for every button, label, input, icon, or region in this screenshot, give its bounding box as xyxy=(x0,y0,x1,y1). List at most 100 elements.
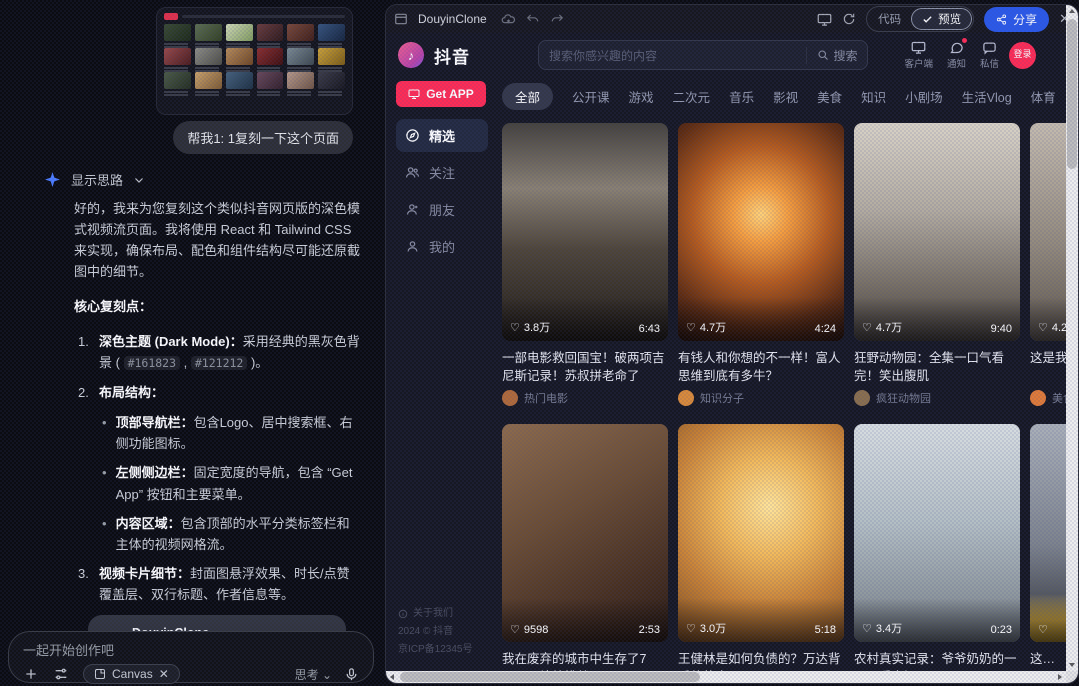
video-grid: ♡3.8万 6:43 一部电影救回国宝！破两项吉尼斯记录！苏叔拼老命了 热门电影… xyxy=(502,123,1078,684)
tab-music[interactable]: 音乐 xyxy=(729,87,754,106)
video-cover[interactable]: ♡3.4万 0:23 xyxy=(854,424,1020,642)
video-card[interactable]: ♡4.7万 9:40 狂野动物园：全集一口气看完！笑出腹肌 疯狂动物园 xyxy=(854,123,1020,406)
heart-icon: ♡ xyxy=(510,321,520,334)
tab-preview[interactable]: 预览 xyxy=(911,8,972,30)
scroll-left-arrow[interactable] xyxy=(386,671,398,683)
video-cover[interactable]: ♡3.0万 5:18 xyxy=(678,424,844,642)
search-button-label: 搜索 xyxy=(833,47,857,64)
author-name: 知识分子 xyxy=(700,390,744,406)
composer-right: 思考 ⌄ xyxy=(295,666,359,683)
get-app-button[interactable]: Get APP xyxy=(396,81,486,107)
video-duration: 6:43 xyxy=(639,323,660,335)
sidebar-item-featured[interactable]: 精选 xyxy=(396,119,488,152)
messages-label: 私信 xyxy=(980,56,999,70)
tab-all[interactable]: 全部 xyxy=(502,83,553,110)
footer-about-link[interactable]: 关于我们 xyxy=(398,605,472,623)
people-icon xyxy=(405,165,420,180)
device-icon[interactable] xyxy=(817,12,832,27)
sub-text: 内容区域：包含顶部的水平分类标签栏和主体的视频网格流。 xyxy=(116,513,360,555)
panel-title: DouyinClone xyxy=(418,12,487,26)
tab-minidrama[interactable]: 小剧场 xyxy=(905,87,943,106)
deploy-cloud-icon[interactable] xyxy=(501,12,516,27)
think-label: 思考 xyxy=(295,668,319,682)
tab-sports[interactable]: 体育 xyxy=(1031,87,1056,106)
search-input[interactable]: 搜索你感兴趣的内容 xyxy=(549,47,806,64)
video-cover[interactable]: ♡3.8万 6:43 xyxy=(502,123,668,341)
video-cover[interactable]: ♡4.7万 4:24 xyxy=(678,123,844,341)
heart-icon: ♡ xyxy=(686,321,696,334)
tab-anime2d[interactable]: 二次元 xyxy=(673,87,711,106)
canvas-close-icon[interactable]: ✕ xyxy=(159,667,169,681)
show-thinking-toggle[interactable]: 显示思路 xyxy=(44,170,145,189)
video-cover[interactable]: ♡4.7万 9:40 xyxy=(854,123,1020,341)
douyin-logo[interactable]: ♪ xyxy=(398,42,424,68)
video-author[interactable]: 疯狂动物园 xyxy=(854,390,1020,406)
like-count: ♡3.8万 xyxy=(510,319,550,335)
thumbnail-cell xyxy=(257,24,284,41)
share-button[interactable]: 分享 xyxy=(984,7,1049,32)
vertical-scrollbar[interactable] xyxy=(1066,5,1078,671)
horizontal-scroll-thumb[interactable] xyxy=(400,672,700,682)
share-label: 分享 xyxy=(1013,11,1037,28)
share-icon xyxy=(996,14,1007,25)
login-button[interactable]: 登录 xyxy=(1009,42,1036,69)
thumbnail-logo-badge xyxy=(164,13,178,20)
undo-icon[interactable] xyxy=(526,12,540,26)
get-app-monitor-icon xyxy=(408,88,420,100)
thumbnail-cell xyxy=(164,72,191,89)
attached-screenshot-thumbnail[interactable] xyxy=(156,7,353,115)
list-item: 3. 视频卡片细节：封面图悬浮效果、时长/点赞覆盖层、双行标题、作者信息等。 xyxy=(78,563,360,605)
heart-icon: ♡ xyxy=(1038,623,1048,636)
scroll-up-arrow[interactable] xyxy=(1066,5,1078,17)
refresh-icon[interactable] xyxy=(842,12,856,26)
client-app-button[interactable]: 客户端 xyxy=(904,40,933,70)
video-title[interactable]: 一部电影救回国宝！破两项吉尼斯记录！苏叔拼老命了 xyxy=(502,349,666,385)
site-content: 全部 公开课 游戏 二次元 音乐 影视 美食 知识 小剧场 生活Vlog 体育 … xyxy=(498,77,1078,684)
video-card[interactable]: ♡3.0万 5:18 王健林是如何负债的？万达背后的故事 财经观察 xyxy=(678,424,844,684)
author-avatar xyxy=(854,390,870,406)
horizontal-scrollbar[interactable] xyxy=(386,671,1066,683)
video-author[interactable]: 热门电影 xyxy=(502,390,668,406)
chat-input[interactable]: 一起开始创作吧 xyxy=(23,640,359,659)
tab-movies[interactable]: 影视 xyxy=(773,87,798,106)
tab-vlog[interactable]: 生活Vlog xyxy=(962,87,1012,106)
tab-knowledge[interactable]: 知识 xyxy=(861,87,886,106)
chat-composer[interactable]: 一起开始创作吧 Canvas ✕ 思考 ⌄ xyxy=(8,631,374,683)
sidebar-item-following[interactable]: 关注 xyxy=(396,156,488,189)
canvas-chip[interactable]: Canvas ✕ xyxy=(83,664,180,684)
think-toggle[interactable]: 思考 ⌄ xyxy=(295,666,332,683)
video-cover[interactable]: ♡9598 2:53 xyxy=(502,424,668,642)
thumbnail-cell xyxy=(318,48,345,65)
search-button[interactable]: 搜索 xyxy=(806,47,857,64)
vertical-scroll-thumb[interactable] xyxy=(1067,19,1077,169)
tab-openclass[interactable]: 公开课 xyxy=(572,87,610,106)
tab-games[interactable]: 游戏 xyxy=(629,87,654,106)
notifications-button[interactable]: 通知 xyxy=(947,40,966,70)
sub-list-item: •内容区域：包含顶部的水平分类标签栏和主体的视频网格流。 xyxy=(102,513,360,555)
mic-button[interactable] xyxy=(344,667,359,682)
plus-button[interactable] xyxy=(23,666,39,682)
search-box[interactable]: 搜索你感兴趣的内容 搜索 xyxy=(538,40,868,70)
panel-chrome-bar: DouyinClone 代码 预览 分享 ✕ xyxy=(386,5,1078,33)
tune-button[interactable] xyxy=(53,666,69,682)
tab-food[interactable]: 美食 xyxy=(817,87,842,106)
composer-toolbar: Canvas ✕ 思考 ⌄ xyxy=(23,664,359,684)
thumbnail-cell xyxy=(287,24,314,41)
scroll-right-arrow[interactable] xyxy=(1054,671,1066,683)
video-author[interactable]: 知识分子 xyxy=(678,390,844,406)
video-card[interactable]: ♡3.4万 0:23 农村真实记录：爷爷奶奶的一天，看完泪目 乡村日记 xyxy=(854,424,1020,684)
redo-icon[interactable] xyxy=(550,12,564,26)
scroll-down-arrow[interactable] xyxy=(1066,659,1078,671)
video-title[interactable]: 有钱人和你想的不一样！富人思维到底有多牛？ xyxy=(678,349,842,385)
sidebar-item-friends[interactable]: 朋友 xyxy=(396,193,488,226)
video-card[interactable]: ♡4.7万 4:24 有钱人和你想的不一样！富人思维到底有多牛？ 知识分子 xyxy=(678,123,844,406)
thumbnail-video-grid xyxy=(164,24,345,89)
messages-button[interactable]: 私信 xyxy=(980,40,999,70)
video-title[interactable]: 狂野动物园：全集一口气看完！笑出腹肌 xyxy=(854,349,1018,385)
tab-code[interactable]: 代码 xyxy=(868,9,911,29)
bullet-dot: • xyxy=(102,412,107,454)
sidebar-item-mine[interactable]: 我的 xyxy=(396,230,488,263)
thumbnail-cell xyxy=(195,72,222,89)
video-card[interactable]: ♡9598 2:53 我在废弃的城市中生存了7天，无补给挑战 野外生存 xyxy=(502,424,668,684)
video-card[interactable]: ♡3.8万 6:43 一部电影救回国宝！破两项吉尼斯记录！苏叔拼老命了 热门电影 xyxy=(502,123,668,406)
